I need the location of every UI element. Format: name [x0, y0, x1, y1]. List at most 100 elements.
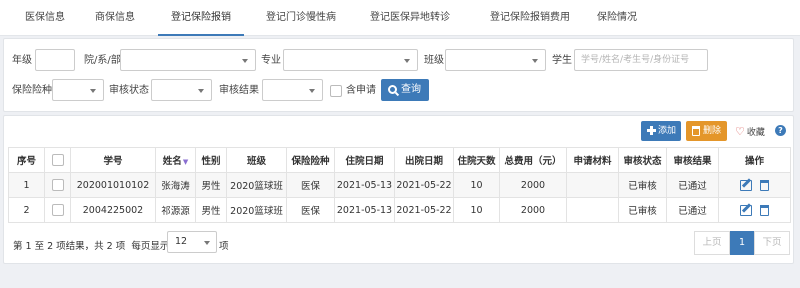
plus-icon [647, 126, 656, 135]
major-label: 专业 [261, 55, 281, 66]
cell-select[interactable] [44, 197, 71, 223]
trash-icon[interactable] [760, 179, 769, 191]
tab-insurance-claim[interactable]: 登记保险报销 [158, 0, 244, 36]
filter-panel: 年级 院/系/部 专业 班级 学生 学号/姓名/考生号/身份证号 保险险种 审核… [3, 38, 794, 112]
col-discharge-date[interactable]: 出院日期 [394, 147, 454, 173]
search-icon [388, 85, 397, 94]
sort-desc-icon[interactable]: ▼ [183, 158, 188, 166]
col-actions: 操作 [718, 147, 791, 173]
edit-icon[interactable] [740, 204, 752, 216]
top-tab-bar: 医保信息 商保信息 登记保险报销 登记门诊慢性病 登记医保异地转诊 登记保险报销… [0, 0, 800, 36]
row-checkbox[interactable] [51, 204, 64, 216]
cell-name: 张海涛 [155, 172, 196, 198]
cell-total-cost: 2000 [499, 197, 567, 223]
review-result-select[interactable] [262, 79, 323, 101]
tab-insurance-status[interactable]: 保险情况 [594, 0, 640, 36]
cell-review-result: 已通过 [666, 197, 719, 223]
col-review-result[interactable]: 审核结果 [666, 147, 719, 173]
cell-select[interactable] [44, 172, 71, 198]
pagination-info: 第 1 至 2 项结果，共 2 项 每页显示 [13, 238, 169, 252]
review-result-label: 审核结果 [219, 85, 259, 96]
claims-table: 序号 学号 姓名▼ 性别 班级 保险险种 住院日期 出院日期 住院天数 总费用（… [8, 147, 791, 223]
col-class[interactable]: 班级 [226, 147, 287, 173]
cell-review-status: 已审核 [618, 197, 667, 223]
dept-label: 院/系/部 [84, 55, 121, 66]
cell-discharge-date: 2021-05-22 [394, 172, 454, 198]
cell-gender: 男性 [195, 197, 227, 223]
table-row[interactable]: 2 2004225002 祁源源 男性 2020篮球班 医保 2021-05-1… [8, 197, 791, 223]
query-button-label: 查询 [401, 84, 421, 95]
cell-actions [718, 172, 791, 198]
page-size-unit: 项 [219, 241, 229, 252]
cell-total-cost: 2000 [499, 172, 567, 198]
cell-insurance-type: 医保 [286, 172, 335, 198]
cell-student-id: 202001010102 [70, 172, 156, 198]
col-review-status[interactable]: 审核状态 [618, 147, 667, 173]
help-icon[interactable]: ? [775, 125, 786, 136]
cell-gender: 男性 [195, 172, 227, 198]
col-name-label: 姓名 [162, 156, 182, 167]
col-admission-date[interactable]: 住院日期 [334, 147, 395, 173]
major-select[interactable] [283, 49, 418, 71]
row-checkbox[interactable] [51, 179, 64, 191]
tab-medical-insurance[interactable]: 医保信息 [22, 0, 68, 36]
cell-index: 1 [8, 172, 45, 198]
page-1-button[interactable]: 1 [730, 231, 754, 255]
cell-materials [566, 197, 619, 223]
class-select[interactable] [445, 49, 546, 71]
include-application-checkbox[interactable] [330, 85, 342, 97]
cell-admission-date: 2021-05-13 [334, 197, 395, 223]
cell-name: 祁源源 [155, 197, 196, 223]
cell-materials [566, 172, 619, 198]
table-row[interactable]: 1 202001010102 张海涛 男性 2020篮球班 医保 2021-05… [8, 172, 791, 198]
cell-discharge-date: 2021-05-22 [394, 197, 454, 223]
tab-claim-expenses[interactable]: 登记保险报销费用 [480, 0, 580, 36]
cell-hospital-days: 10 [453, 197, 500, 223]
tab-commercial-insurance[interactable]: 商保信息 [92, 0, 138, 36]
select-all-checkbox[interactable] [51, 154, 64, 166]
col-hospital-days[interactable]: 住院天数 [453, 147, 500, 173]
col-total-cost[interactable]: 总费用（元） [499, 147, 567, 173]
add-button-label: 添加 [658, 126, 677, 136]
col-insurance-type[interactable]: 保险险种 [286, 147, 335, 173]
student-search-input[interactable]: 学号/姓名/考生号/身份证号 [574, 49, 708, 71]
col-name[interactable]: 姓名▼ [155, 147, 196, 173]
delete-button[interactable]: 删除 [686, 121, 727, 141]
heart-icon: ♡ [735, 125, 745, 138]
tab-remote-transfer[interactable]: 登记医保异地转诊 [366, 0, 454, 36]
table-header-row: 序号 学号 姓名▼ 性别 班级 保险险种 住院日期 出院日期 住院天数 总费用（… [8, 147, 791, 173]
prev-page-button[interactable]: 上页 [694, 231, 730, 255]
col-select-all[interactable] [44, 147, 71, 173]
next-page-button[interactable]: 下页 [754, 231, 790, 255]
cell-student-id: 2004225002 [70, 197, 156, 223]
cell-class: 2020篮球班 [226, 197, 287, 223]
favorite-label: 收藏 [746, 128, 765, 138]
cell-actions [718, 197, 791, 223]
cell-hospital-days: 10 [453, 172, 500, 198]
page-size-select[interactable]: 12 [167, 231, 217, 253]
grade-label: 年级 [12, 55, 32, 66]
tab-outpatient-chronic[interactable]: 登记门诊慢性病 [264, 0, 338, 36]
insurance-type-label: 保险险种 [12, 85, 52, 96]
student-label: 学生 [552, 55, 572, 66]
insurance-type-select[interactable] [52, 79, 104, 101]
cell-admission-date: 2021-05-13 [334, 172, 395, 198]
favorite-button[interactable]: ♡ 收藏 [735, 125, 765, 138]
cell-index: 2 [8, 197, 45, 223]
results-panel: 添加 删除 ♡ 收藏 ? 序号 学号 姓名▼ 性别 班级 保险险种 住院日期 出院… [3, 115, 794, 264]
col-gender[interactable]: 性别 [195, 147, 227, 173]
review-status-select[interactable] [151, 79, 212, 101]
per-page-label: 每页显示 [131, 241, 170, 252]
trash-icon[interactable] [760, 204, 769, 216]
col-materials[interactable]: 申请材料 [566, 147, 619, 173]
delete-button-label: 删除 [703, 126, 722, 136]
cell-insurance-type: 医保 [286, 197, 335, 223]
grade-input[interactable] [35, 49, 75, 71]
col-student-id[interactable]: 学号 [70, 147, 156, 173]
edit-icon[interactable] [740, 179, 752, 191]
col-index: 序号 [8, 147, 45, 173]
add-button[interactable]: 添加 [641, 121, 681, 141]
dept-select[interactable] [120, 49, 256, 71]
query-button[interactable]: 查询 [381, 79, 429, 101]
cell-class: 2020篮球班 [226, 172, 287, 198]
